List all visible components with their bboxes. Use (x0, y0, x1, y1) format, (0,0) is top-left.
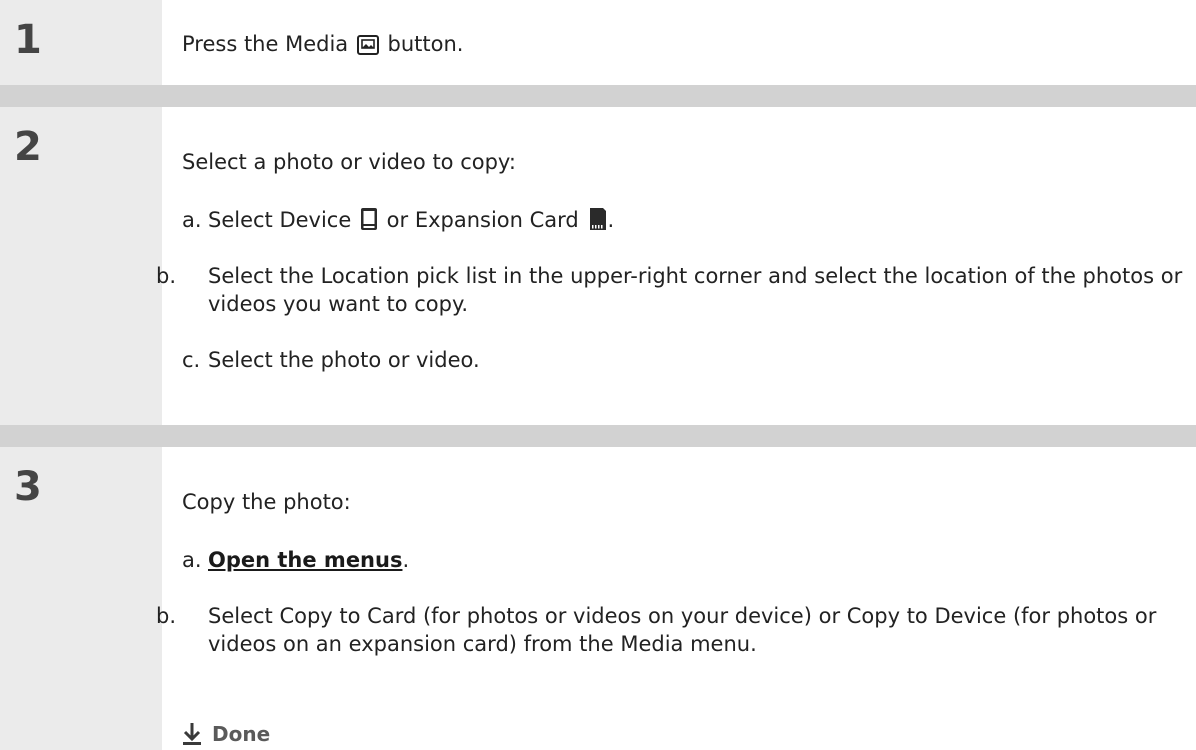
step-3b: b. Select Copy to Card (for photos or vid… (156, 602, 1196, 658)
step-number: 1 (14, 17, 42, 63)
step-2c: c. Select the photo or video. (182, 346, 480, 374)
step-2-intro: Select a photo or video to copy: (182, 150, 516, 174)
step-2a-text-after: . (607, 208, 615, 232)
step-2a-label: a. (182, 208, 202, 232)
step-1-text-after: button. (387, 32, 464, 56)
step-3b-text: Select Copy to Card (for photos or video… (208, 604, 1157, 656)
done-marker: Done (182, 720, 270, 748)
step-number: 2 (14, 124, 42, 170)
step-2b-text: Select the Location pick list in the upp… (208, 264, 1183, 316)
step-1-text-before: Press the Media (182, 32, 349, 56)
open-menus-link[interactable]: Open the menus (208, 548, 402, 572)
step-number-column (0, 0, 162, 750)
media-button-icon (356, 34, 379, 62)
step-3a-text-after: . (402, 548, 410, 572)
step-separator (0, 425, 1196, 447)
step-3b-label: b. (156, 604, 177, 628)
step-separator (0, 85, 1196, 107)
step-2a-text-before: Select Device (208, 208, 352, 232)
step-3a: a. Open the menus. (182, 546, 409, 574)
step-2b-label: b. (156, 264, 177, 288)
step-1-instruction: Press the Media button. (182, 30, 463, 62)
expansion-card-icon (589, 207, 607, 238)
done-label: Done (212, 722, 271, 746)
step-number: 3 (14, 464, 42, 510)
step-2c-text: Select the photo or video. (208, 348, 480, 372)
step-3-intro: Copy the photo: (182, 490, 351, 514)
step-2b: b. Select the Location pick list in the u… (156, 262, 1196, 318)
step-2c-label: c. (182, 348, 201, 372)
step-2a-text-middle: or Expansion Card (386, 208, 579, 232)
step-3a-label: a. (182, 548, 202, 572)
down-arrow-icon (183, 723, 201, 745)
device-icon (360, 207, 378, 238)
step-2a: a. Select Device or Expansion Card . (182, 206, 614, 238)
